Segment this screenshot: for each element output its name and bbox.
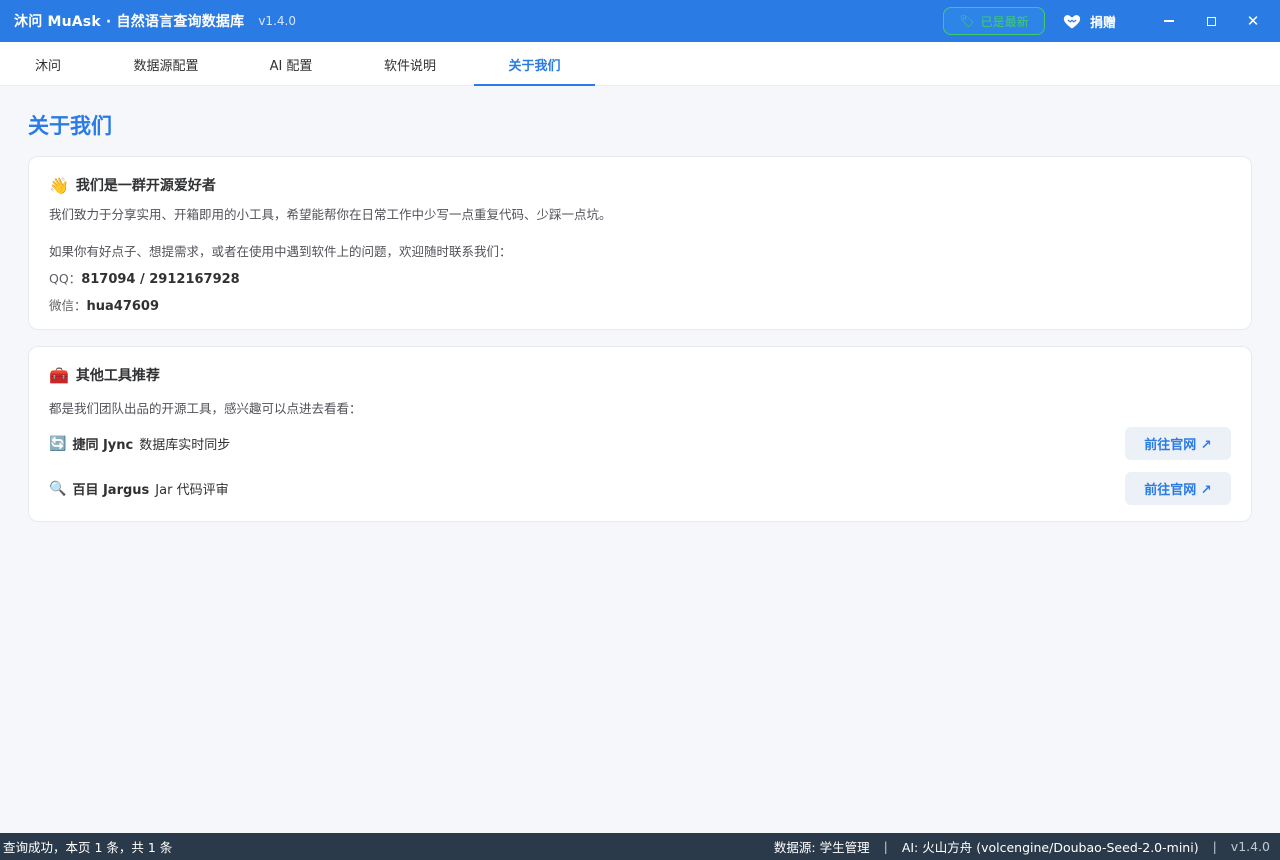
magnifier-icon: 🔍 (49, 480, 67, 497)
tools-card: 🧰 其他工具推荐 都是我们团队出品的开源工具，感兴趣可以点进去看看： 🔄 捷同 … (28, 346, 1252, 522)
close-button[interactable]: ✕ (1238, 6, 1268, 36)
maximize-button[interactable] (1196, 6, 1226, 36)
contact-prompt: 如果你有好点子、想提需求，或者在使用中遇到软件上的问题，欢迎随时联系我们： (49, 244, 512, 259)
query-status: 查询成功，本页 1 条，共 1 条 (3, 840, 173, 855)
update-status-label: 已是最新 (980, 14, 1029, 29)
tool-name: 捷同 Jync (72, 438, 134, 453)
sync-icon: 🔄 (49, 435, 67, 452)
tab-ai-config[interactable]: AI 配置 (236, 42, 346, 86)
app-title: 沐问 MuAsk · 自然语言查询数据库 (14, 14, 245, 30)
tool-desc: Jar 代码评审 (155, 483, 229, 498)
title-bar: 沐问 MuAsk · 自然语言查询数据库 v1.4.0 🏷 已是最新 捐赠 ✕ (0, 0, 1280, 42)
tool-item-jargus: 🔍 百目 Jargus Jar 代码评审 (49, 479, 229, 499)
update-status-badge[interactable]: 🏷 已是最新 (943, 7, 1045, 35)
ai-status: AI: 火山方舟 (volcengine/Doubao-Seed-2.0-min… (901, 840, 1199, 855)
tag-icon: 🏷 (959, 14, 975, 28)
tools-intro: 都是我们团队出品的开源工具，感兴趣可以点进去看看： (49, 401, 362, 416)
tab-about-us[interactable]: 关于我们 (474, 42, 595, 86)
tab-software-guide[interactable]: 软件说明 (346, 42, 474, 86)
wechat-label: 微信： (49, 298, 87, 313)
tab-datasource-config[interactable]: 数据源配置 (96, 42, 236, 86)
visit-site-button-jargus[interactable]: 前往官网 ↗ (1125, 472, 1231, 505)
about-card-title-text: 我们是一群开源爱好者 (75, 178, 216, 194)
status-version: v1.4.0 (1230, 839, 1270, 854)
status-right: 数据源: 学生管理 | AI: 火山方舟 (volcengine/Doubao-… (774, 837, 1270, 856)
page-title: 关于我们 (28, 114, 112, 138)
wechat-value: hua47609 (86, 299, 160, 314)
about-card: 👋 我们是一群开源爱好者 我们致力于分享实用、开箱即用的小工具，希望能帮你在日常… (28, 156, 1252, 330)
close-icon: ✕ (1246, 11, 1260, 30)
waving-hand-icon: 👋 (49, 175, 69, 195)
status-separator: | (883, 839, 888, 854)
tools-card-title: 🧰 其他工具推荐 (49, 365, 160, 385)
maximize-icon (1206, 16, 1216, 26)
tool-desc: 数据库实时同步 (139, 438, 231, 453)
donate-label: 捐赠 (1090, 15, 1117, 31)
about-intro: 我们致力于分享实用、开箱即用的小工具，希望能帮你在日常工作中少写一点重复代码、少… (49, 207, 612, 222)
wechat-contact: 微信：hua47609 (49, 295, 159, 314)
toolbox-icon: 🧰 (49, 365, 69, 385)
tool-name: 百目 Jargus (72, 483, 150, 498)
qq-contact: QQ：817094 / 2912167928 (49, 268, 240, 287)
app-version: v1.4.0 (258, 14, 296, 28)
minimize-button[interactable] (1154, 6, 1184, 36)
qq-value: 817094 / 2912167928 (81, 272, 240, 287)
tool-item-jync: 🔄 捷同 Jync 数据库实时同步 (49, 434, 231, 454)
datasource-status: 数据源: 学生管理 (773, 840, 870, 855)
heart-hands-icon (1063, 15, 1081, 29)
status-separator: | (1212, 839, 1217, 854)
visit-site-button-jync[interactable]: 前往官网 ↗ (1125, 427, 1231, 460)
tools-card-title-text: 其他工具推荐 (75, 368, 160, 384)
about-card-title: 👋 我们是一群开源爱好者 (49, 175, 216, 195)
minimize-icon (1164, 20, 1174, 22)
donate-button[interactable]: 捐赠 (1062, 8, 1116, 34)
status-bar: 查询成功，本页 1 条，共 1 条 数据源: 学生管理 | AI: 火山方舟 (… (0, 833, 1280, 860)
qq-label: QQ： (49, 271, 82, 286)
tab-bar: 沐问 数据源配置 AI 配置 软件说明 关于我们 (0, 42, 1280, 86)
tab-muwen[interactable]: 沐问 (0, 42, 96, 86)
